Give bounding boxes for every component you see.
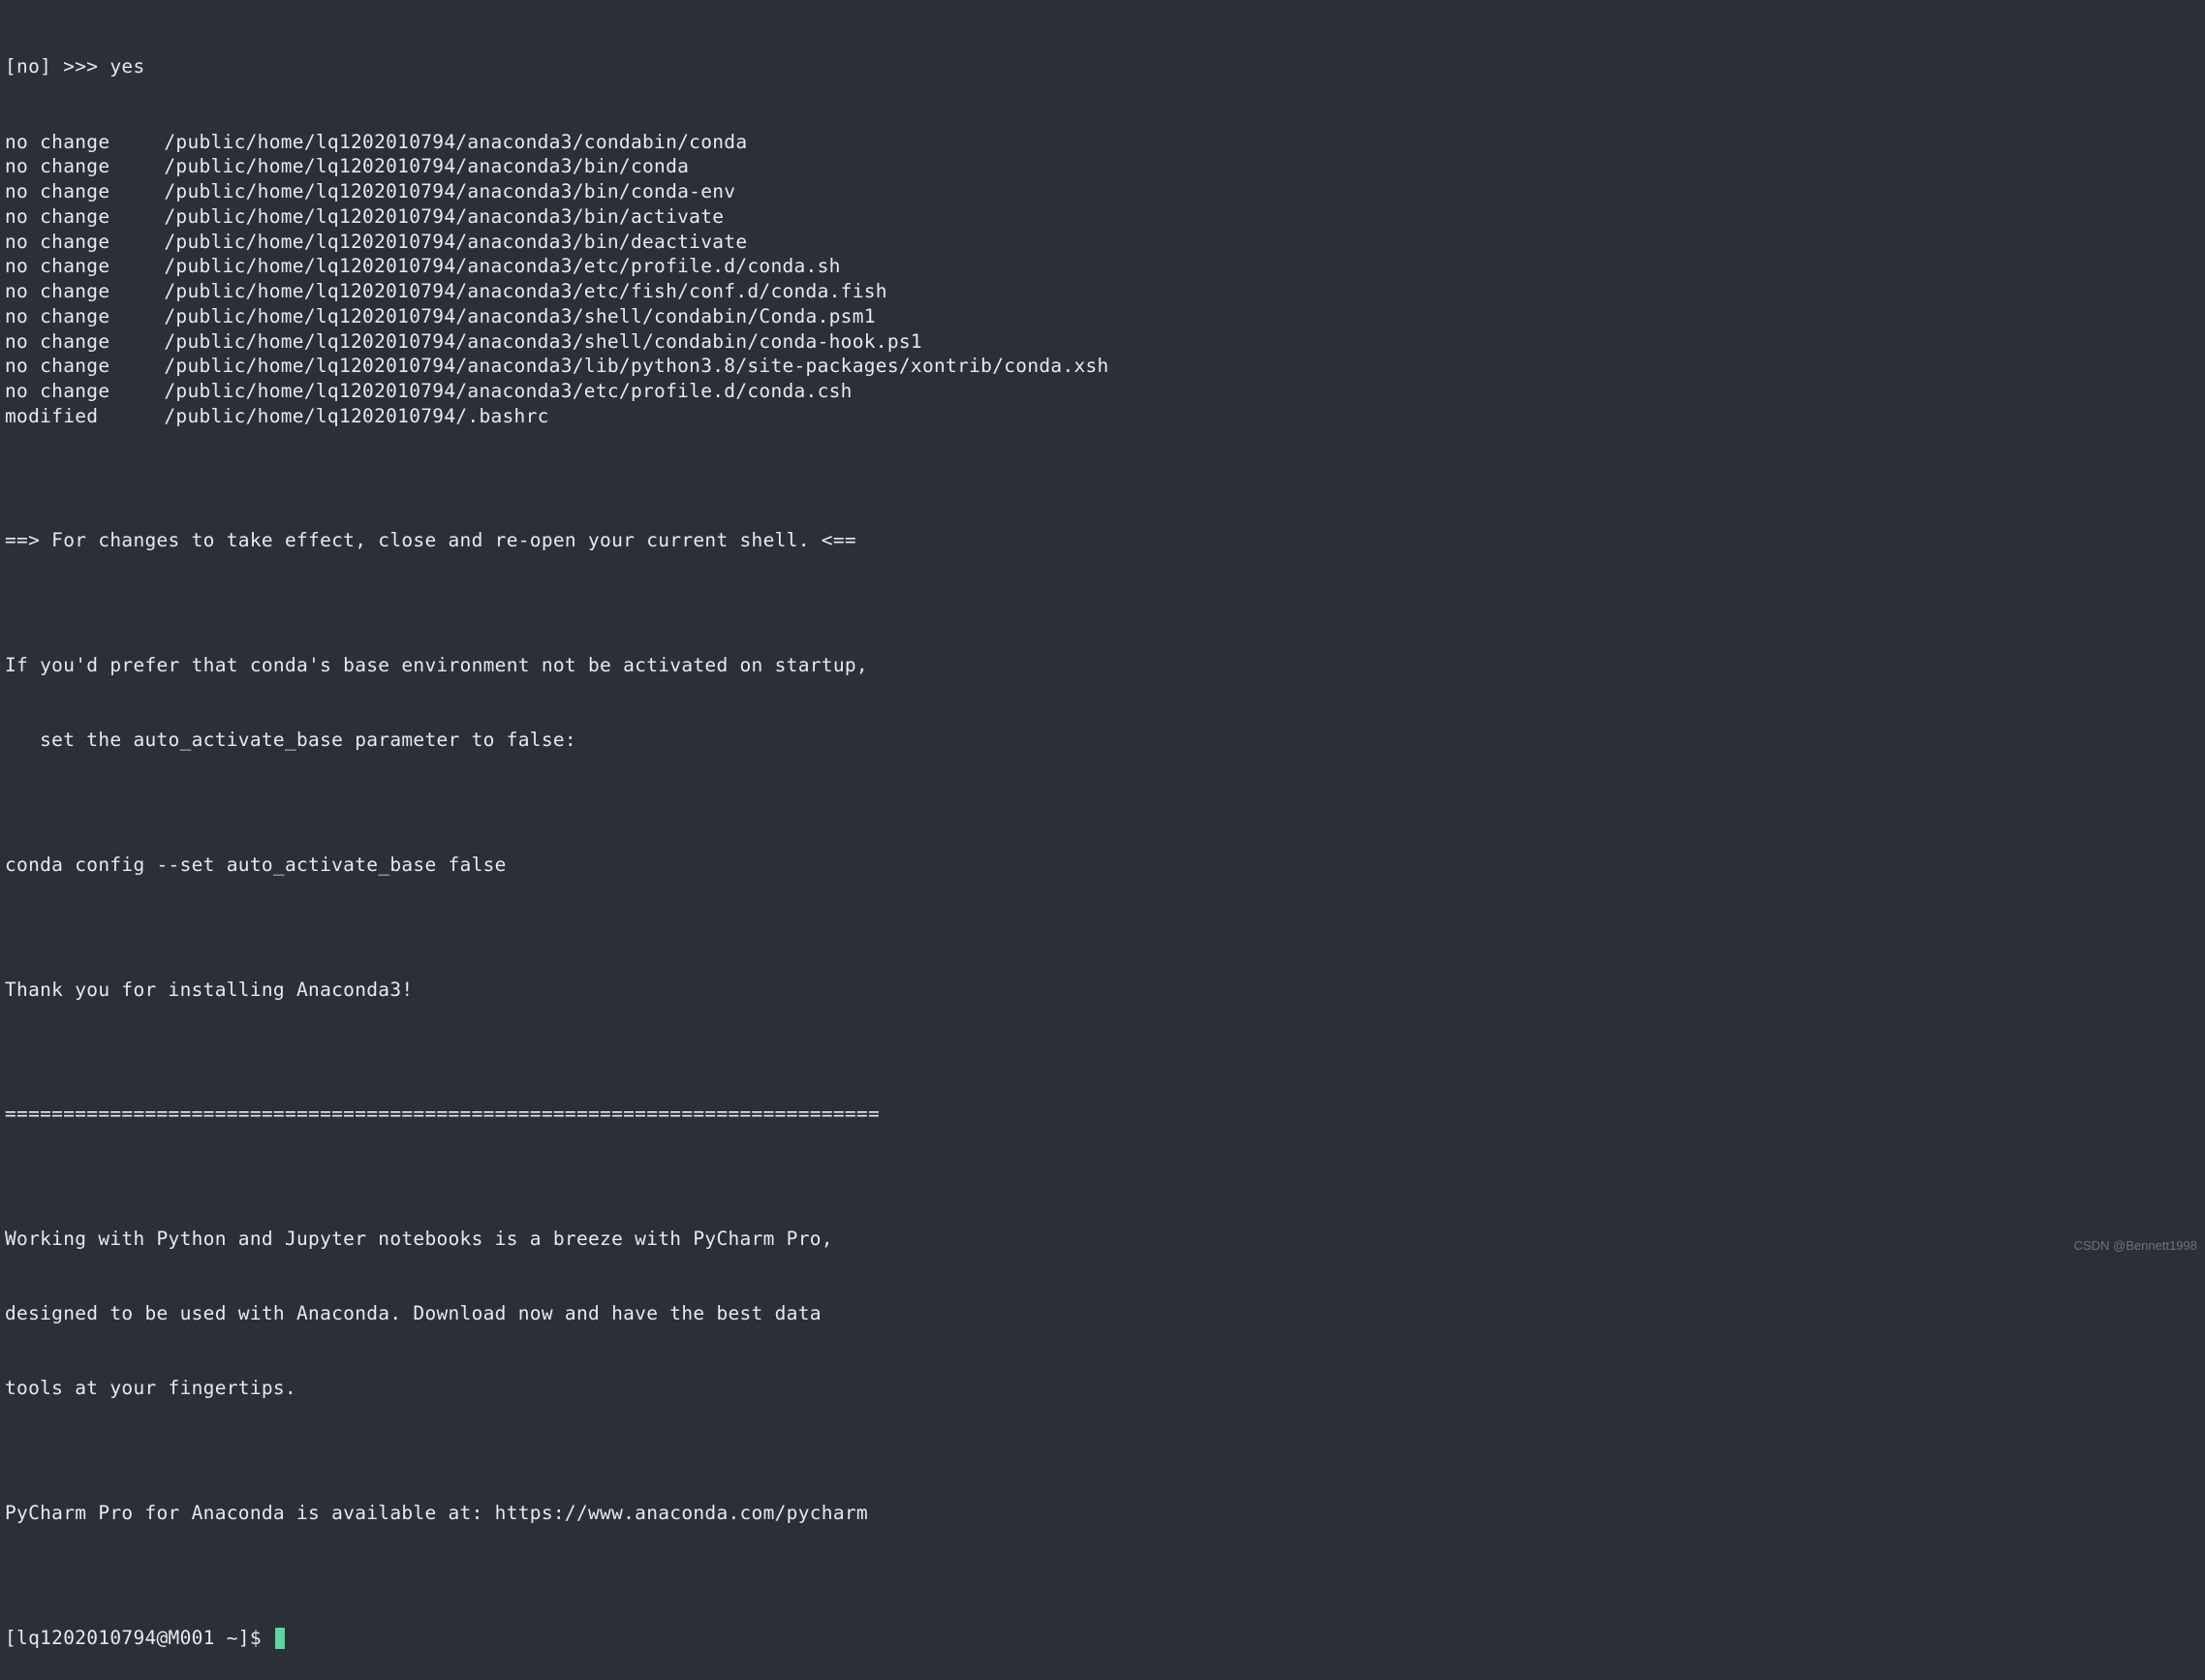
change-status: no change [5, 304, 164, 329]
file-path: /public/home/lq1202010794/anaconda3/etc/… [164, 379, 852, 404]
file-change-line: no change/public/home/lq1202010794/anaco… [5, 179, 2200, 204]
file-path: /public/home/lq1202010794/anaconda3/shel… [164, 304, 875, 329]
change-status: no change [5, 204, 164, 230]
prefer-message-line2: set the auto_activate_base parameter to … [5, 728, 2200, 753]
pycharm-message-line1: Working with Python and Jupyter notebook… [5, 1227, 2200, 1252]
file-path: /public/home/lq1202010794/anaconda3/etc/… [164, 254, 840, 279]
change-status: no change [5, 329, 164, 355]
thank-you-message: Thank you for installing Anaconda3! [5, 978, 2200, 1003]
shell-prompt-text: [lq1202010794@M001 ~]$ [5, 1626, 273, 1651]
file-change-line: no change/public/home/lq1202010794/anaco… [5, 130, 2200, 155]
file-change-line: no change/public/home/lq1202010794/anaco… [5, 204, 2200, 230]
watermark-text: CSDN @Bennett1998 [2074, 1237, 2197, 1254]
file-change-line: no change/public/home/lq1202010794/anaco… [5, 379, 2200, 404]
file-change-line: no change/public/home/lq1202010794/anaco… [5, 154, 2200, 179]
separator-line: ========================================… [5, 1102, 2200, 1127]
cursor-icon [275, 1628, 285, 1649]
file-path: /public/home/lq1202010794/anaconda3/cond… [164, 130, 747, 155]
change-status: no change [5, 179, 164, 204]
file-change-line: no change/public/home/lq1202010794/anaco… [5, 230, 2200, 255]
file-change-line: no change/public/home/lq1202010794/anaco… [5, 279, 2200, 304]
change-status: no change [5, 354, 164, 379]
prompt-input-line: [no] >>> yes [5, 54, 2200, 79]
change-status: no change [5, 130, 164, 155]
file-change-line: no change/public/home/lq1202010794/anaco… [5, 254, 2200, 279]
file-path: /public/home/lq1202010794/anaconda3/bin/… [164, 204, 724, 230]
file-path: /public/home/lq1202010794/.bashrc [164, 404, 548, 429]
file-path: /public/home/lq1202010794/anaconda3/bin/… [164, 230, 747, 255]
change-status: no change [5, 379, 164, 404]
pycharm-link-line: PyCharm Pro for Anaconda is available at… [5, 1501, 2200, 1526]
change-status: no change [5, 154, 164, 179]
file-path: /public/home/lq1202010794/anaconda3/bin/… [164, 154, 689, 179]
terminal-output[interactable]: [no] >>> yes no change/public/home/lq120… [5, 5, 2200, 1675]
file-change-line: no change/public/home/lq1202010794/anaco… [5, 304, 2200, 329]
change-status: no change [5, 279, 164, 304]
shell-prompt-line[interactable]: [lq1202010794@M001 ~]$ [5, 1626, 2200, 1651]
file-path: /public/home/lq1202010794/anaconda3/bin/… [164, 179, 735, 204]
file-change-line: modified/public/home/lq1202010794/.bashr… [5, 404, 2200, 429]
conda-config-command: conda config --set auto_activate_base fa… [5, 853, 2200, 878]
prefer-message-line1: If you'd prefer that conda's base enviro… [5, 653, 2200, 678]
change-status: modified [5, 404, 164, 429]
change-status: no change [5, 254, 164, 279]
file-path: /public/home/lq1202010794/anaconda3/lib/… [164, 354, 1108, 379]
pycharm-message-line3: tools at your fingertips. [5, 1376, 2200, 1401]
file-change-line: no change/public/home/lq1202010794/anaco… [5, 329, 2200, 355]
effect-message: ==> For changes to take effect, close an… [5, 528, 2200, 553]
file-path: /public/home/lq1202010794/anaconda3/shel… [164, 329, 922, 355]
pycharm-message-line2: designed to be used with Anaconda. Downl… [5, 1301, 2200, 1326]
change-status: no change [5, 230, 164, 255]
file-change-line: no change/public/home/lq1202010794/anaco… [5, 354, 2200, 379]
file-path: /public/home/lq1202010794/anaconda3/etc/… [164, 279, 886, 304]
